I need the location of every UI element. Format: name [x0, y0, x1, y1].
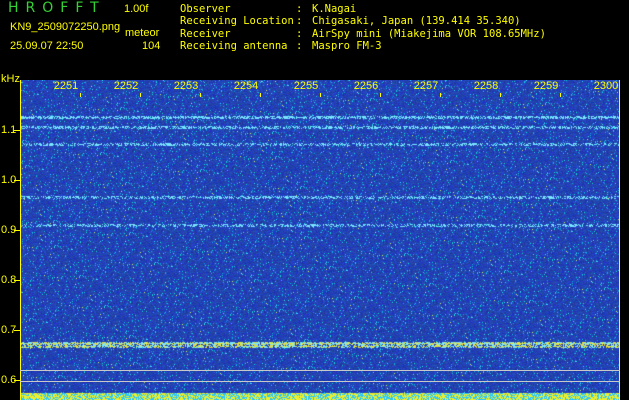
- x-tick-label: 2255: [293, 80, 319, 92]
- info-separator: :: [296, 3, 303, 15]
- info-value: AirSpy mini (Miakejima VOR 108.65MHz): [312, 27, 546, 40]
- info-separator: :: [296, 15, 303, 28]
- x-tick-mark: [80, 93, 81, 97]
- x-tick-mark: [440, 93, 441, 97]
- hrofft-window: HROFFT 1.00f KN9_2509072250.png meteor 2…: [0, 0, 629, 400]
- x-tick-label: 2251: [53, 80, 79, 92]
- y-tick-mark: [14, 180, 20, 181]
- info-label: Receiver: [180, 27, 231, 40]
- x-tick-label: 2252: [113, 80, 139, 92]
- reference-line: [20, 370, 620, 371]
- info-row-antenna: Receiving antenna: Maspro FM-3: [180, 40, 546, 52]
- filename-label: KN9_2509072250.png: [10, 21, 121, 33]
- x-tick-mark: [140, 93, 141, 97]
- info-row-receiver: Receiver: AirSpy mini (Miakejima VOR 108.…: [180, 28, 546, 40]
- y-tick-mark: [14, 130, 20, 131]
- x-tick-label: 2256: [353, 80, 379, 92]
- x-tick-mark: [560, 93, 561, 97]
- station-info: Observer: K.Nagai Receiving Location: Chig…: [180, 3, 546, 53]
- x-tick-mark: [320, 93, 321, 97]
- x-tick-label: 2253: [173, 80, 199, 92]
- x-tick-label: 2254: [233, 80, 259, 92]
- version-label: 1.00f: [124, 3, 149, 15]
- y-tick-mark: [14, 230, 20, 231]
- info-row-observer: Observer: K.Nagai: [180, 3, 546, 15]
- info-separator: :: [296, 27, 303, 40]
- y-axis-unit: kHz: [1, 73, 20, 85]
- spectrogram-canvas: [20, 80, 620, 400]
- x-tick-mark: [500, 93, 501, 97]
- x-tick-mark: [380, 93, 381, 97]
- y-tick-mark: [14, 280, 20, 281]
- x-tick-mark: [260, 93, 261, 97]
- info-row-location: Receiving Location: Chigasaki, Japan (139…: [180, 15, 546, 27]
- x-tick-label: 2258: [473, 80, 499, 92]
- info-label: Receiving antenna: [180, 40, 288, 53]
- info-label: Receiving Location: [180, 15, 294, 28]
- info-label: Observer: [180, 3, 231, 15]
- reference-line: [20, 381, 620, 382]
- info-separator: :: [296, 40, 303, 53]
- meteor-count: 104: [142, 40, 161, 52]
- x-tick-mark: [200, 93, 201, 97]
- info-value: Chigasaki, Japan (139.414 35.340): [312, 15, 521, 28]
- spectrogram-plot: [20, 80, 620, 400]
- info-value: Maspro FM-3: [312, 40, 382, 53]
- datetime-label: 25.09.07 22:50: [10, 40, 84, 52]
- info-value: K.Nagai: [312, 3, 357, 15]
- x-tick-label: 2257: [413, 80, 439, 92]
- mode-label: meteor: [125, 27, 160, 39]
- x-tick-label: 2259: [533, 80, 559, 92]
- x-tick-label: 2300: [593, 80, 619, 92]
- y-tick-mark: [14, 330, 20, 331]
- app-title: HROFFT: [8, 0, 106, 16]
